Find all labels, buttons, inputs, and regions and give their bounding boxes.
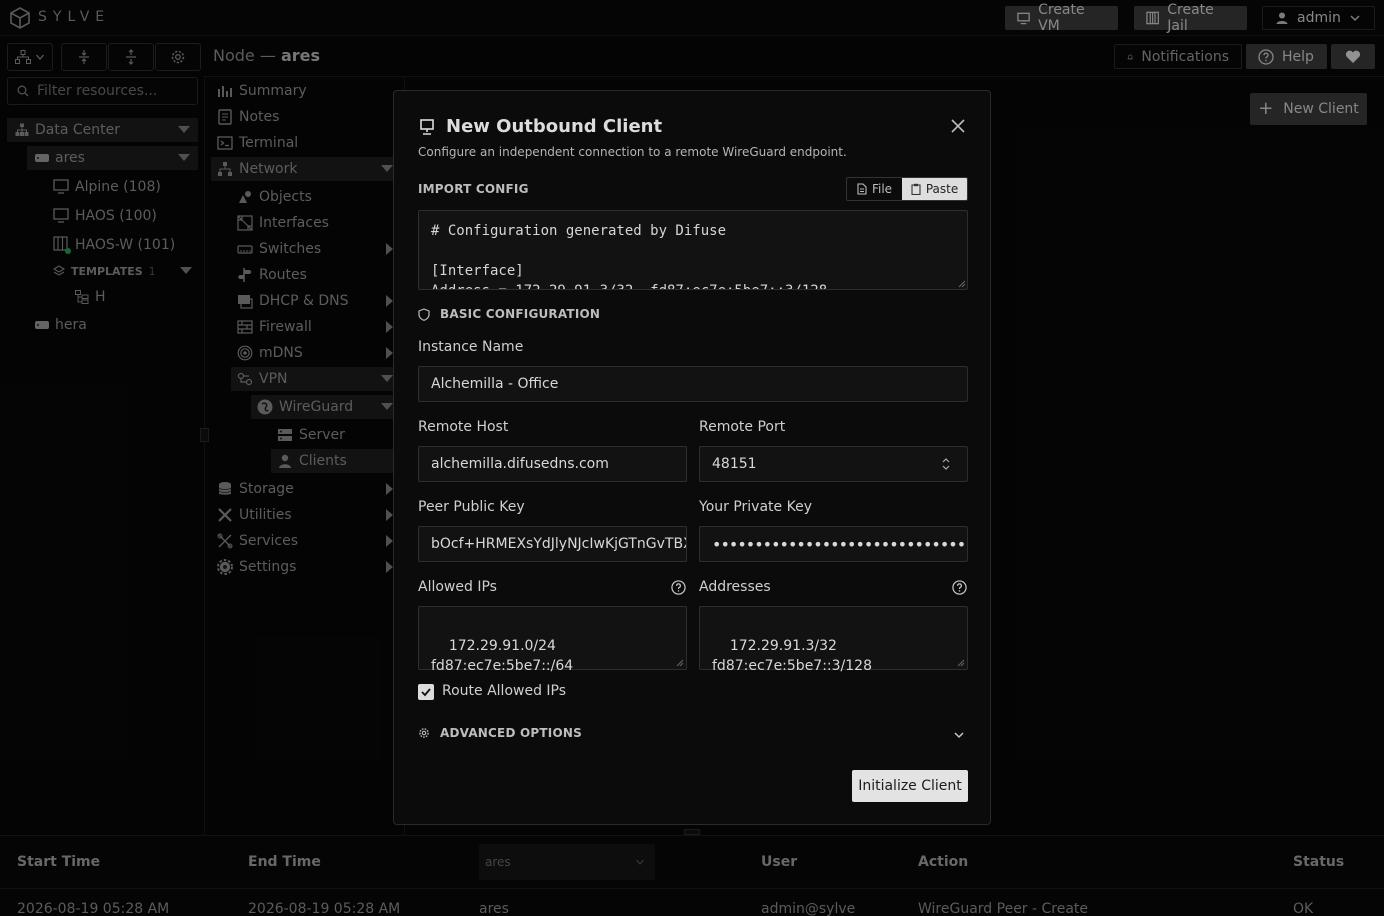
resize-grip-icon[interactable]	[958, 280, 966, 288]
shield-icon	[418, 307, 430, 321]
import-mode-toggle: File Paste	[846, 177, 968, 201]
gear-icon	[419, 728, 429, 738]
import-config-heading: IMPORT CONFIG	[418, 182, 529, 196]
clipboard-icon	[911, 183, 921, 195]
private-key-label: Your Private Key	[699, 499, 812, 515]
paste-label: Paste	[925, 182, 959, 196]
basic-configuration-heading: BASIC CONFIGURATION	[418, 307, 600, 321]
peer-public-key-input[interactable]: bOcf+HRMEXsYdJlyNJcIwKjGTnGvTBXI	[418, 526, 687, 562]
advanced-options-toggle[interactable]: ADVANCED OPTIONS	[418, 726, 582, 740]
addresses-textarea[interactable]: 172.29.91.3/32 fd87:ec7e:5be7::3/128	[699, 606, 968, 674]
config-textarea[interactable]: # Configuration generated by Difuse [Int…	[418, 210, 968, 290]
file-icon	[857, 183, 867, 195]
chevron-down-icon[interactable]	[953, 729, 965, 741]
allowed-ips-value: 172.29.91.0/24 fd87:ec7e:5be7::/64	[431, 638, 574, 674]
dialog-title: New Outbound Client	[418, 116, 662, 137]
remote-port-value: 48151	[712, 456, 757, 472]
route-allowed-ips-checkbox[interactable]	[418, 684, 434, 700]
remote-host-input[interactable]: alchemilla.difusedns.com	[418, 446, 687, 482]
remote-port-input[interactable]: 48151	[699, 446, 968, 482]
file-label: File	[871, 182, 893, 196]
addresses-label: Addresses	[699, 579, 771, 595]
addresses-value: 172.29.91.3/32 fd87:ec7e:5be7::3/128	[712, 638, 872, 674]
help-icon[interactable]	[952, 580, 967, 595]
remote-host-label: Remote Host	[418, 419, 509, 435]
remote-port-label: Remote Port	[699, 419, 786, 435]
dialog-title-text: New Outbound Client	[446, 116, 663, 137]
close-icon[interactable]	[949, 117, 967, 135]
new-outbound-client-dialog: New Outbound Client Configure an indepen…	[393, 90, 991, 825]
allowed-ips-label: Allowed IPs	[418, 579, 497, 595]
instance-name-label: Instance Name	[418, 339, 524, 355]
instance-name-input[interactable]: Alchemilla - Office	[418, 366, 968, 402]
advanced-options-text: ADVANCED OPTIONS	[440, 726, 582, 740]
import-file-tab[interactable]: File	[847, 178, 902, 200]
client-device-icon	[420, 118, 434, 135]
allowed-ips-textarea[interactable]: 172.29.91.0/24 fd87:ec7e:5be7::/64	[418, 606, 687, 674]
help-icon[interactable]	[671, 580, 686, 595]
resize-grip-icon[interactable]	[676, 659, 684, 667]
basic-config-text: BASIC CONFIGURATION	[440, 307, 601, 321]
route-allowed-ips-label: Route Allowed IPs	[442, 683, 567, 699]
peer-public-key-label: Peer Public Key	[418, 499, 525, 515]
stepper-icon[interactable]	[941, 457, 951, 471]
resize-grip-icon[interactable]	[957, 659, 965, 667]
private-key-input[interactable]: •••••••••••••••••••••••••••••••	[699, 526, 968, 562]
dialog-subtitle: Configure an independent connection to a…	[418, 145, 847, 159]
import-paste-tab[interactable]: Paste	[902, 178, 967, 200]
check-icon	[421, 688, 431, 697]
initialize-client-button[interactable]: Initialize Client	[852, 770, 968, 802]
